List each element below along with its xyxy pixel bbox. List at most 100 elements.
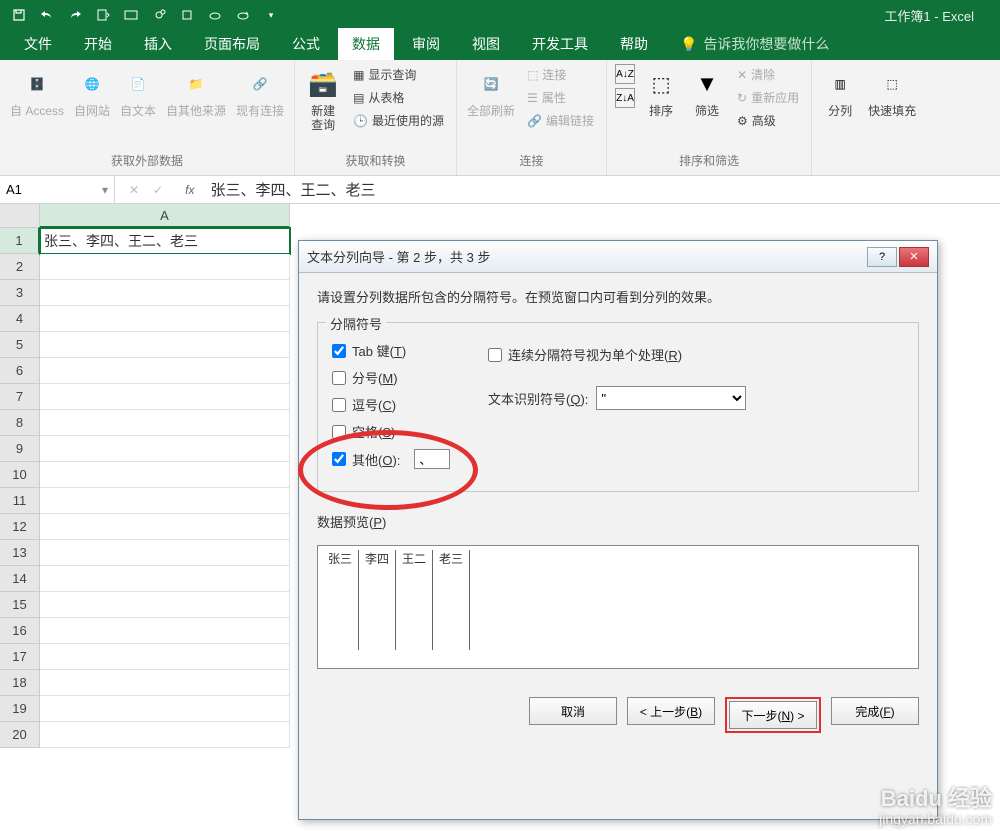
comma-checkbox[interactable] xyxy=(332,398,346,412)
from-text-button[interactable]: 📄自文本 xyxy=(118,64,158,120)
text-to-columns-button[interactable]: ▥分列 xyxy=(820,64,860,120)
redo-icon[interactable] xyxy=(62,3,88,27)
tab-review[interactable]: 审阅 xyxy=(398,28,454,60)
tab-data[interactable]: 数据 xyxy=(338,28,394,60)
row-header-1[interactable]: 1 xyxy=(0,228,40,254)
row-header-11[interactable]: 11 xyxy=(0,488,40,514)
tab-file[interactable]: 文件 xyxy=(10,28,66,60)
finish-button[interactable]: 完成(F) xyxy=(831,697,919,725)
cell-A18[interactable] xyxy=(40,670,290,696)
row-header-17[interactable]: 17 xyxy=(0,644,40,670)
text-qualifier-select[interactable]: " xyxy=(596,386,746,410)
from-other-button[interactable]: 📁自其他来源 xyxy=(164,64,228,120)
next-button[interactable]: 下一步(N) > xyxy=(729,701,817,729)
tab-checkbox[interactable] xyxy=(332,344,346,358)
tab-dev[interactable]: 开发工具 xyxy=(518,28,602,60)
col-header-A[interactable]: A xyxy=(40,204,290,228)
accept-entry-icon[interactable]: ✓ xyxy=(153,183,163,197)
from-access-button[interactable]: 🗄️自 Access xyxy=(8,64,66,120)
new-query-button[interactable]: 🗃️新建 查询 xyxy=(303,64,343,135)
cell-A8[interactable] xyxy=(40,410,290,436)
tab-view[interactable]: 视图 xyxy=(458,28,514,60)
reapply-button[interactable]: ↻重新应用 xyxy=(733,87,803,108)
select-all-corner[interactable] xyxy=(0,204,40,228)
properties-button[interactable]: ☰属性 xyxy=(523,87,598,108)
tab-formula[interactable]: 公式 xyxy=(278,28,334,60)
sort-asc-button[interactable]: A↓Z xyxy=(615,64,635,84)
other-delimiter-input[interactable] xyxy=(414,449,450,469)
row-header-7[interactable]: 7 xyxy=(0,384,40,410)
qat-icon-4[interactable] xyxy=(90,3,116,27)
row-header-4[interactable]: 4 xyxy=(0,306,40,332)
tab-tellme[interactable]: 💡 告诉我你想要做什么 xyxy=(666,28,843,60)
row-header-2[interactable]: 2 xyxy=(0,254,40,280)
cell-A2[interactable] xyxy=(40,254,290,280)
row-header-15[interactable]: 15 xyxy=(0,592,40,618)
row-header-20[interactable]: 20 xyxy=(0,722,40,748)
sort-button[interactable]: ⬚排序 xyxy=(641,64,681,120)
connections-button[interactable]: ⬚连接 xyxy=(523,64,598,85)
from-table-button[interactable]: ▤从表格 xyxy=(349,87,448,108)
cell-A12[interactable] xyxy=(40,514,290,540)
existing-conn-button[interactable]: 🔗现有连接 xyxy=(234,64,286,120)
preview-box[interactable]: 张三李四王二老三 xyxy=(317,545,919,669)
cancel-button[interactable]: 取消 xyxy=(529,697,617,725)
row-header-8[interactable]: 8 xyxy=(0,410,40,436)
row-header-3[interactable]: 3 xyxy=(0,280,40,306)
qat-icon-6[interactable] xyxy=(146,3,172,27)
back-button[interactable]: < 上一步(B) xyxy=(627,697,715,725)
clear-button[interactable]: ✕清除 xyxy=(733,64,803,85)
advanced-button[interactable]: ⚙高级 xyxy=(733,110,803,131)
dialog-help-button[interactable]: ? xyxy=(867,247,897,267)
name-box-dropdown-icon[interactable]: ▾ xyxy=(102,183,108,197)
other-checkbox[interactable] xyxy=(332,452,346,466)
dialog-titlebar[interactable]: 文本分列向导 - 第 2 步，共 3 步 ? ✕ xyxy=(299,241,937,273)
cell-A5[interactable] xyxy=(40,332,290,358)
cell-A3[interactable] xyxy=(40,280,290,306)
cell-A15[interactable] xyxy=(40,592,290,618)
cell-A6[interactable] xyxy=(40,358,290,384)
consecutive-checkbox[interactable] xyxy=(488,348,502,362)
cell-A7[interactable] xyxy=(40,384,290,410)
tab-help[interactable]: 帮助 xyxy=(606,28,662,60)
sort-desc-button[interactable]: Z↓A xyxy=(615,88,635,108)
filter-button[interactable]: ▼筛选 xyxy=(687,64,727,120)
row-header-9[interactable]: 9 xyxy=(0,436,40,462)
qat-icon-8[interactable] xyxy=(202,3,228,27)
semicolon-checkbox[interactable] xyxy=(332,371,346,385)
cell-A10[interactable] xyxy=(40,462,290,488)
recent-sources-button[interactable]: 🕒最近使用的源 xyxy=(349,110,448,131)
qat-icon-9[interactable] xyxy=(230,3,256,27)
cell-A20[interactable] xyxy=(40,722,290,748)
cell-A9[interactable] xyxy=(40,436,290,462)
row-header-5[interactable]: 5 xyxy=(0,332,40,358)
refresh-all-button[interactable]: 🔄全部刷新 xyxy=(465,64,517,120)
row-header-16[interactable]: 16 xyxy=(0,618,40,644)
fx-icon[interactable]: fx xyxy=(177,183,202,197)
dialog-close-button[interactable]: ✕ xyxy=(899,247,929,267)
cell-A4[interactable] xyxy=(40,306,290,332)
undo-icon[interactable] xyxy=(34,3,60,27)
cancel-entry-icon[interactable]: ✕ xyxy=(129,183,139,197)
name-box-input[interactable] xyxy=(6,182,86,197)
qat-icon-5[interactable] xyxy=(118,3,144,27)
qat-more-icon[interactable]: ▾ xyxy=(258,3,284,27)
cell-A11[interactable] xyxy=(40,488,290,514)
flash-fill-button[interactable]: ⬚快速填充 xyxy=(866,64,918,120)
row-header-6[interactable]: 6 xyxy=(0,358,40,384)
name-box[interactable]: ▾ xyxy=(0,176,115,203)
formula-input[interactable]: 张三、李四、王二、老三 xyxy=(202,179,1000,200)
row-header-12[interactable]: 12 xyxy=(0,514,40,540)
edit-links-button[interactable]: 🔗编辑链接 xyxy=(523,110,598,131)
from-web-button[interactable]: 🌐自网站 xyxy=(72,64,112,120)
tab-home[interactable]: 开始 xyxy=(70,28,126,60)
row-header-19[interactable]: 19 xyxy=(0,696,40,722)
cell-A19[interactable] xyxy=(40,696,290,722)
row-header-14[interactable]: 14 xyxy=(0,566,40,592)
qat-icon-7[interactable] xyxy=(174,3,200,27)
cell-A14[interactable] xyxy=(40,566,290,592)
save-icon[interactable] xyxy=(6,3,32,27)
show-query-button[interactable]: ▦显示查询 xyxy=(349,64,448,85)
row-header-13[interactable]: 13 xyxy=(0,540,40,566)
cell-A13[interactable] xyxy=(40,540,290,566)
